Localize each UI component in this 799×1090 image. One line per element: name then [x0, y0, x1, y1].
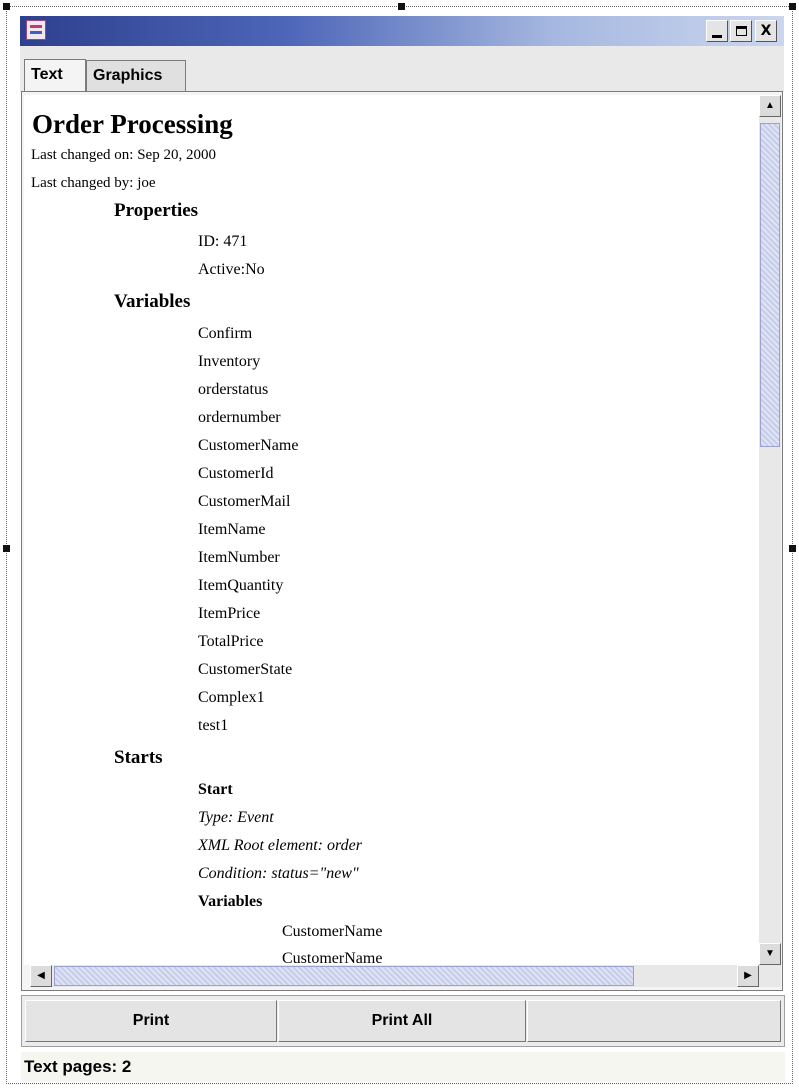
last-changed-on: Last changed on: Sep 20, 2000 [31, 147, 216, 163]
properties-heading: Properties [114, 200, 199, 221]
document-view[interactable]: Order Processing Last changed on: Sep 20… [24, 95, 759, 965]
resize-handle-top-right[interactable] [789, 3, 796, 10]
empty-button-slot [527, 1000, 781, 1042]
variable-item: Confirm [198, 325, 253, 342]
variable-item: ItemName [198, 521, 266, 538]
scroll-left-button[interactable]: ◀ [30, 965, 52, 987]
variable-item: Inventory [198, 353, 261, 370]
title-bar[interactable]: X [20, 16, 784, 46]
start-xml-root: XML Root element: order [198, 837, 362, 854]
start-type: Type: Event [198, 809, 274, 826]
resize-handle-left[interactable] [3, 545, 10, 552]
minimize-icon [712, 34, 722, 38]
vertical-scroll-thumb[interactable] [760, 123, 780, 447]
maximize-button[interactable] [730, 20, 752, 42]
document-title: Order Processing [32, 109, 233, 139]
scroll-up-icon: ▲ [765, 100, 775, 111]
resize-handle-top-left[interactable] [3, 3, 10, 10]
resize-handle-top[interactable] [398, 3, 405, 10]
starts-heading: Starts [114, 747, 163, 768]
horizontal-scrollbar[interactable]: ◀ ▶ [30, 965, 759, 987]
scroll-down-button[interactable]: ▼ [759, 943, 781, 965]
print-all-button[interactable]: Print All [278, 1000, 526, 1042]
variable-item: ItemNumber [198, 549, 280, 566]
print-button[interactable]: Print [25, 1000, 277, 1042]
start-heading: Start [198, 781, 233, 798]
start-condition: Condition: status="new" [198, 865, 359, 882]
horizontal-scroll-thumb[interactable] [54, 966, 634, 986]
variable-item: CustomerMail [198, 493, 291, 510]
tab-text[interactable]: Text [24, 59, 86, 91]
variables-heading: Variables [114, 291, 191, 312]
property-item: ID: 471 [198, 233, 248, 250]
scroll-right-icon: ▶ [744, 970, 752, 981]
variable-item: CustomerState [198, 661, 293, 678]
minimize-button[interactable] [706, 20, 728, 42]
variable-item: ItemPrice [198, 605, 261, 622]
variable-item: CustomerId [198, 465, 274, 482]
start-variable-item: CustomerName [282, 923, 383, 940]
close-icon: X [760, 23, 772, 39]
tab-graphics[interactable]: Graphics [86, 60, 186, 91]
app-icon [26, 20, 46, 40]
scroll-left-icon: ◀ [37, 970, 45, 981]
scroll-down-icon: ▼ [765, 948, 775, 959]
variable-item: test1 [198, 717, 229, 734]
last-changed-by: Last changed by: joe [31, 175, 156, 191]
variable-item: ordernumber [198, 409, 281, 426]
resize-handle-right[interactable] [789, 545, 796, 552]
variable-item: ItemQuantity [198, 577, 284, 594]
variable-item: orderstatus [198, 381, 269, 398]
variable-item: Complex1 [198, 689, 265, 706]
variable-item: TotalPrice [198, 633, 264, 650]
vertical-scrollbar[interactable]: ▲ ▼ [759, 95, 781, 965]
start-variables-heading: Variables [198, 893, 263, 910]
close-button[interactable]: X [755, 20, 777, 42]
maximize-icon [735, 26, 747, 36]
scroll-right-button[interactable]: ▶ [737, 965, 759, 987]
status-bar: Text pages: 2 [21, 1052, 785, 1082]
scrollbar-corner [759, 965, 781, 987]
property-item: Active:No [198, 261, 265, 278]
variable-item: CustomerName [198, 437, 299, 454]
start-variable-item: CustomerName [282, 950, 383, 965]
scroll-up-button[interactable]: ▲ [759, 95, 781, 117]
